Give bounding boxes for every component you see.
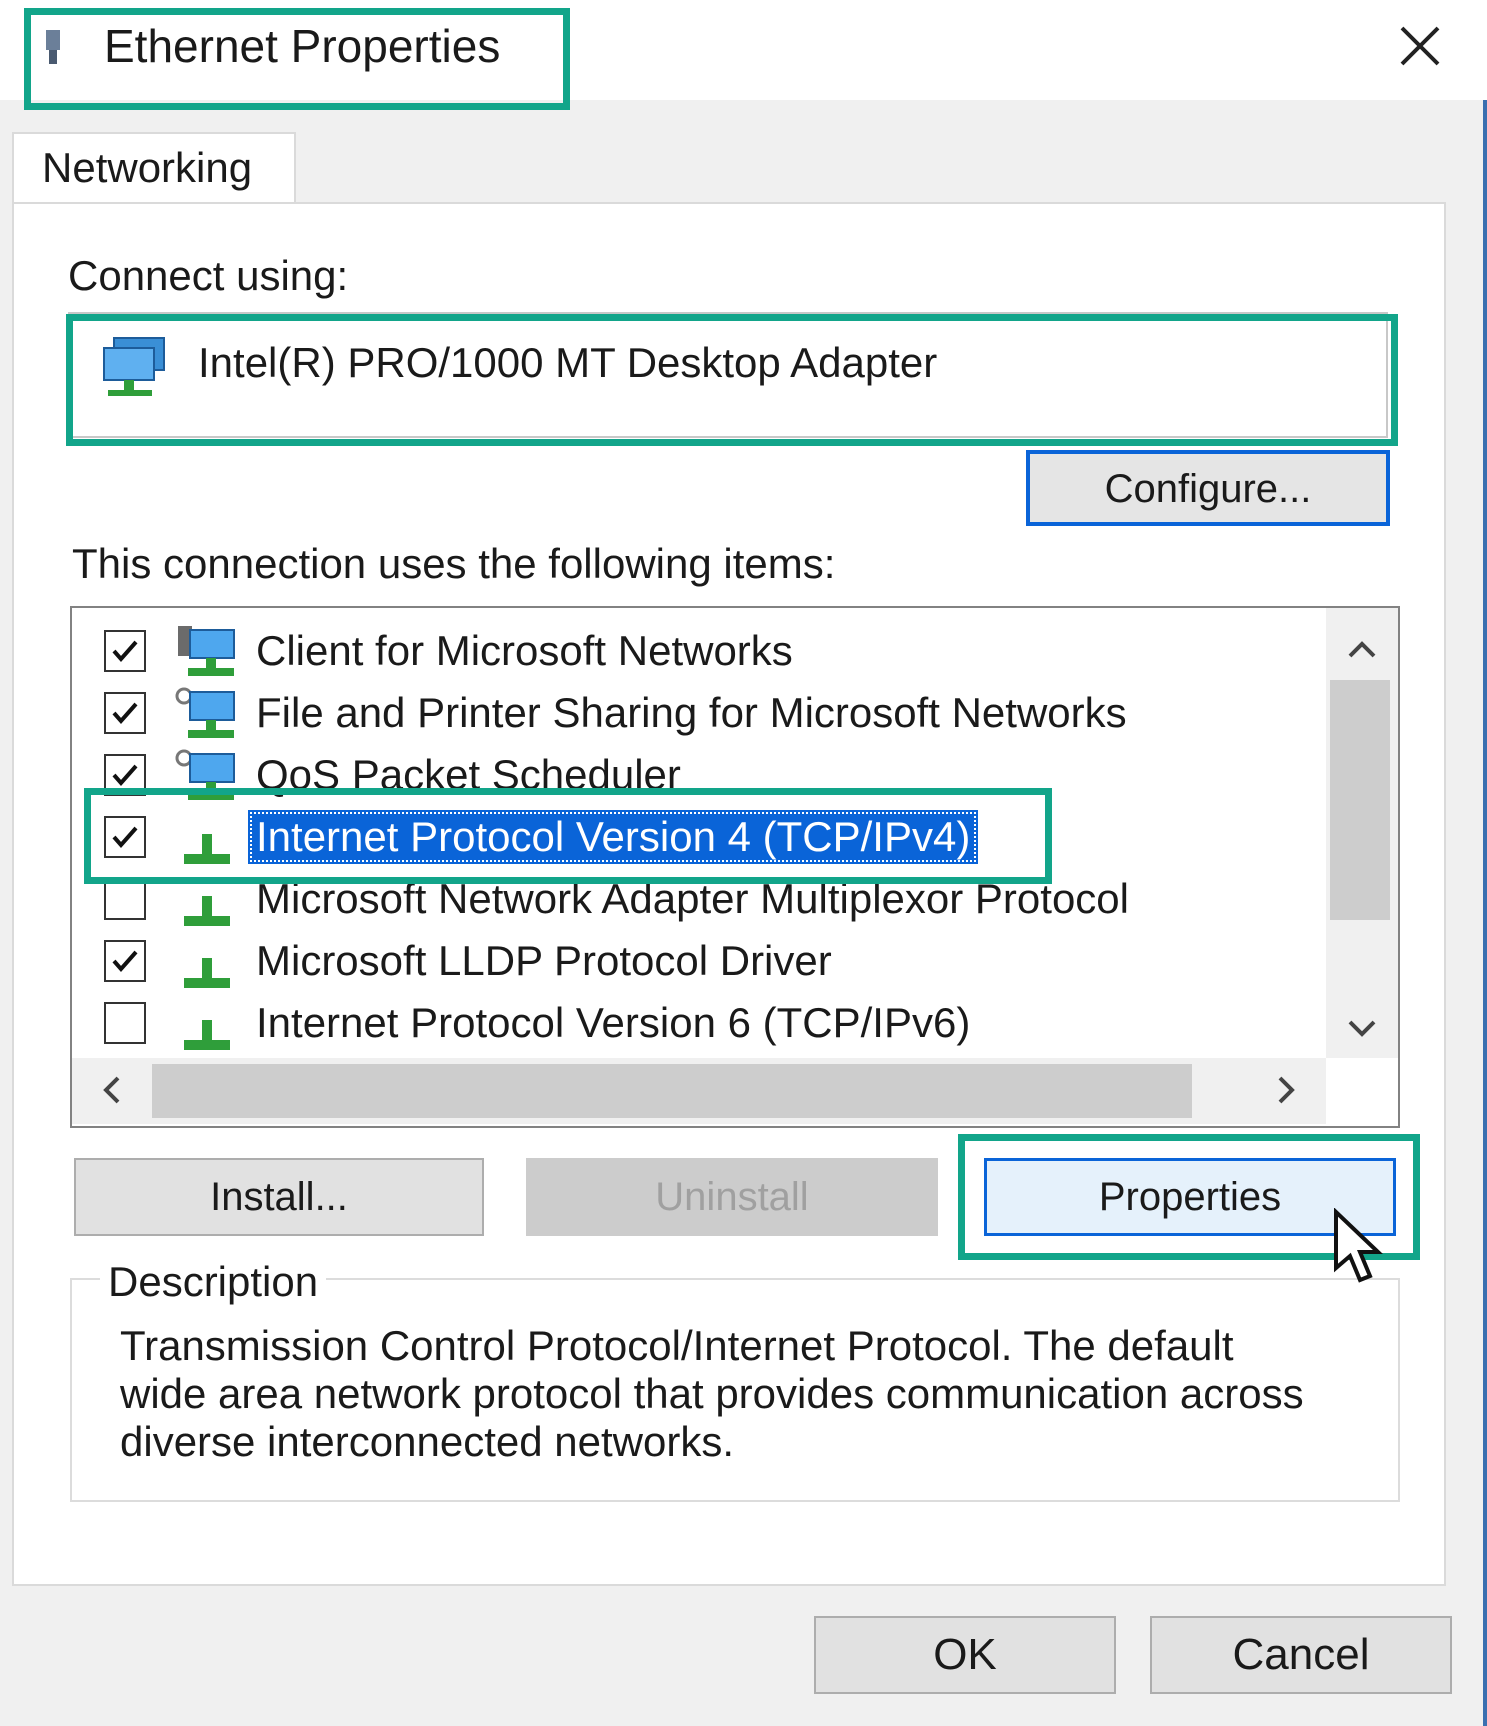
list-item[interactable]: Internet Protocol Version 6 (TCP/IPv6) (72, 992, 1322, 1054)
close-button[interactable] (1380, 8, 1460, 84)
checkmark-icon (112, 950, 138, 973)
protocol-icon (174, 996, 240, 1052)
protocol-icon (174, 934, 240, 990)
horizontal-scroll-thumb[interactable] (152, 1064, 1192, 1118)
checkmark-icon (112, 702, 138, 725)
item-label: QoS Packet Scheduler (256, 751, 681, 798)
item-label: Internet Protocol Version 6 (TCP/IPv6) (256, 999, 971, 1046)
window-title: Ethernet Properties (104, 20, 501, 72)
list-item[interactable]: Microsoft Network Adapter Multiplexor Pr… (72, 868, 1322, 930)
scroll-up-icon[interactable] (1334, 622, 1390, 678)
item-label: File and Printer Sharing for Microsoft N… (256, 689, 1127, 736)
item-label: Microsoft Network Adapter Multiplexor Pr… (256, 875, 1129, 922)
list-item-selected[interactable]: Internet Protocol Version 4 (TCP/IPv4) (72, 806, 1322, 868)
item-label: Internet Protocol Version 4 (TCP/IPv4) (248, 810, 979, 864)
item-checkbox[interactable] (104, 754, 146, 796)
protocol-icon (174, 872, 240, 928)
item-checkbox[interactable] (104, 1002, 146, 1044)
tab-networking[interactable]: Networking (12, 132, 296, 204)
scroll-left-icon[interactable] (84, 1062, 140, 1118)
items-listbox[interactable]: Client for Microsoft Networks File and P… (70, 606, 1400, 1128)
checkmark-icon (112, 764, 138, 787)
network-service-icon (174, 748, 240, 804)
install-button[interactable]: Install... (74, 1158, 484, 1236)
description-legend: Description (100, 1256, 327, 1308)
ethernet-icon (38, 30, 68, 64)
close-icon (1400, 26, 1440, 66)
item-checkbox[interactable] (104, 692, 146, 734)
scroll-down-icon[interactable] (1334, 1000, 1390, 1056)
list-item[interactable]: Microsoft LLDP Protocol Driver (72, 930, 1322, 992)
item-label: Microsoft LLDP Protocol Driver (256, 937, 832, 984)
network-service-icon (174, 686, 240, 742)
items-label: This connection uses the following items… (72, 540, 836, 587)
vertical-scroll-thumb[interactable] (1330, 680, 1390, 920)
cancel-button[interactable]: Cancel (1150, 1616, 1452, 1694)
item-checkbox[interactable] (104, 940, 146, 982)
network-adapter-icon (100, 336, 172, 398)
list-item[interactable]: Client for Microsoft Networks (72, 620, 1322, 682)
uninstall-button[interactable]: Uninstall (526, 1158, 938, 1236)
item-label: Client for Microsoft Networks (256, 627, 793, 674)
checkmark-icon (112, 826, 138, 849)
item-checkbox[interactable] (104, 878, 146, 920)
protocol-icon (174, 810, 240, 866)
list-item[interactable]: QoS Packet Scheduler (72, 744, 1322, 806)
checkmark-icon (112, 640, 138, 663)
description-text: Transmission Control Protocol/Internet P… (120, 1322, 1304, 1465)
ok-button[interactable]: OK (814, 1616, 1116, 1694)
adapter-name: Intel(R) PRO/1000 MT Desktop Adapter (198, 339, 938, 386)
mouse-cursor-icon (1330, 1207, 1400, 1288)
network-client-icon (174, 624, 240, 680)
list-item[interactable]: File and Printer Sharing for Microsoft N… (72, 682, 1322, 744)
configure-button[interactable]: Configure... (1026, 450, 1390, 526)
connect-using-label: Connect using: (68, 252, 349, 299)
scroll-right-icon[interactable] (1258, 1062, 1314, 1118)
item-checkbox[interactable] (104, 630, 146, 672)
item-checkbox[interactable] (104, 816, 146, 858)
